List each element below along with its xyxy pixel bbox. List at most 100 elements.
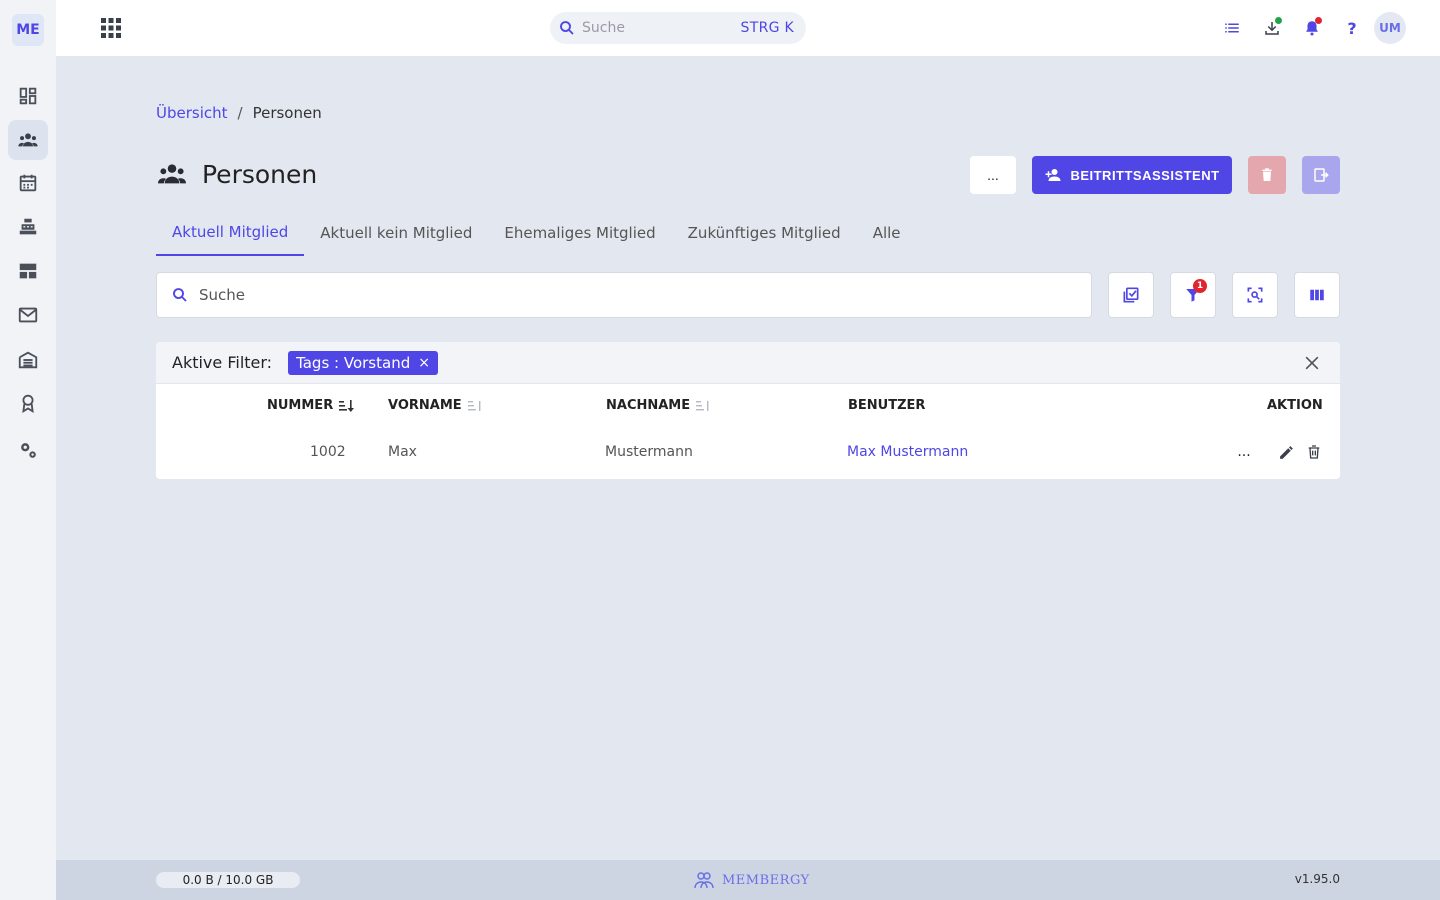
membergy-logo-icon	[694, 872, 714, 889]
cell-vorname: Max	[388, 444, 417, 460]
clear-filters-close-icon[interactable]	[1302, 353, 1322, 373]
topbar: STRG K ? UM	[56, 0, 1440, 56]
column-header-label: BENUTZER	[848, 398, 926, 413]
sidebar: ME	[0, 0, 56, 900]
cash-register-icon	[19, 218, 37, 235]
people-icon	[18, 133, 38, 147]
checklist-icon	[1123, 287, 1139, 303]
column-header-aktion: AKTION	[1267, 398, 1323, 413]
sidebar-item-calendar[interactable]	[8, 163, 48, 203]
sidebar-item-people[interactable]	[8, 120, 48, 160]
trash-icon	[1262, 168, 1272, 181]
brand-logo: MEMBERGY	[692, 870, 810, 890]
help-button[interactable]: ?	[1341, 17, 1363, 39]
columns-button[interactable]	[1294, 272, 1340, 318]
settings-icon	[21, 443, 36, 458]
badge-icon	[22, 394, 34, 414]
sidebar-item-settings[interactable]	[8, 430, 48, 470]
add-person-icon	[1045, 169, 1061, 181]
people-icon	[158, 164, 186, 184]
warehouse-icon	[18, 351, 38, 369]
active-filter-label: Aktive Filter:	[172, 353, 273, 372]
page-title: Personen	[202, 159, 318, 189]
tab-former-member[interactable]: Ehemaliges Mitglied	[488, 210, 671, 256]
cell-benutzer-link[interactable]: Max Mustermann	[847, 444, 968, 460]
sidebar-item-badge[interactable]	[8, 383, 48, 423]
global-search-input[interactable]	[582, 20, 741, 36]
column-header-label: NUMMER	[267, 398, 334, 413]
apps-grid-icon[interactable]	[100, 17, 122, 39]
row-more-button[interactable]: ...	[1234, 442, 1254, 462]
storage-usage: 0.0 B / 10.0 GB	[156, 872, 300, 888]
bulk-select-button[interactable]	[1108, 272, 1154, 318]
sort-icon	[467, 400, 481, 411]
sidebar-item-mail[interactable]	[8, 295, 48, 335]
remove-filter-icon[interactable]: ×	[418, 355, 430, 371]
help-icon: ?	[1347, 18, 1357, 38]
column-header-benutzer[interactable]: BENUTZER	[848, 398, 925, 413]
calendar-icon	[19, 174, 37, 192]
user-avatar[interactable]: UM	[1374, 12, 1406, 44]
table-icon	[19, 263, 37, 279]
export-button[interactable]	[1302, 156, 1340, 194]
screen-search-icon	[1247, 287, 1263, 303]
sidebar-item-cash-register[interactable]	[8, 207, 48, 247]
row-delete-button[interactable]	[1304, 442, 1324, 462]
tab-currently-not-member[interactable]: Aktuell kein Mitglied	[304, 210, 488, 256]
pencil-icon	[1279, 445, 1293, 459]
sort-ascending-icon	[339, 399, 355, 412]
downloads-button[interactable]	[1261, 17, 1283, 39]
filter-button[interactable]: 1	[1170, 272, 1216, 318]
status-dot	[1275, 17, 1282, 24]
search-icon	[173, 288, 187, 302]
breadcrumb-home-link[interactable]: Übersicht	[156, 104, 228, 122]
person-table-card: Aktive Filter: Tags : Vorstand × NUMMER …	[156, 342, 1340, 479]
active-filter-bar: Aktive Filter: Tags : Vorstand ×	[156, 342, 1340, 384]
member-status-tabs: Aktuell Mitglied Aktuell kein Mitglied E…	[156, 210, 917, 256]
tab-all[interactable]: Alle	[857, 210, 917, 256]
breadcrumb-separator: /	[237, 104, 243, 122]
mail-icon	[18, 307, 38, 323]
notification-dot	[1315, 17, 1322, 24]
column-header-nummer[interactable]: NUMMER	[267, 398, 355, 413]
export-icon	[1314, 168, 1329, 182]
search-icon	[560, 21, 574, 35]
column-header-label: AKTION	[1267, 398, 1323, 413]
breadcrumb-current: Personen	[252, 104, 322, 122]
sidebar-item-warehouse[interactable]	[8, 340, 48, 380]
sidebar-item-table[interactable]	[8, 251, 48, 291]
search-shortcut: STRG K	[740, 20, 794, 36]
filter-count-badge: 1	[1193, 279, 1207, 293]
row-edit-button[interactable]	[1276, 442, 1296, 462]
column-header-vorname[interactable]: VORNAME	[388, 398, 484, 413]
person-search[interactable]	[156, 272, 1092, 318]
global-search[interactable]: STRG K	[550, 12, 806, 44]
delete-button[interactable]	[1248, 156, 1286, 194]
breadcrumb: Übersicht / Personen	[156, 104, 322, 122]
notifications-button[interactable]	[1301, 17, 1323, 39]
tab-current-member[interactable]: Aktuell Mitglied	[156, 210, 305, 256]
membership-wizard-label: BEITRITTSASSISTENT	[1070, 167, 1220, 183]
focus-view-button[interactable]	[1232, 272, 1278, 318]
tab-future-member[interactable]: Zukünftiges Mitglied	[672, 210, 857, 256]
membership-wizard-button[interactable]: BEITRITTSASSISTENT	[1032, 156, 1232, 194]
cell-nummer: 1002	[310, 444, 346, 460]
column-header-label: VORNAME	[388, 398, 462, 413]
column-header-nachname[interactable]: NACHNAME	[606, 398, 712, 413]
more-actions-button[interactable]: ...	[970, 156, 1016, 194]
app-logo[interactable]: ME	[12, 14, 44, 46]
trash-icon	[1308, 445, 1320, 459]
brand-name: MEMBERGY	[722, 872, 810, 888]
filter-chip[interactable]: Tags : Vorstand ×	[288, 350, 438, 375]
columns-icon	[1310, 289, 1324, 301]
cell-nachname: Mustermann	[605, 444, 693, 460]
column-header-label: NACHNAME	[606, 398, 691, 413]
dashboard-icon	[19, 87, 37, 105]
person-search-input[interactable]	[199, 286, 1077, 304]
list-icon	[1225, 23, 1239, 33]
page-header: Personen	[156, 158, 317, 190]
sidebar-item-dashboard[interactable]	[8, 76, 48, 116]
sort-icon	[696, 400, 709, 411]
footer: 0.0 B / 10.0 GB MEMBERGY v1.95.0	[56, 860, 1440, 900]
task-list-button[interactable]	[1221, 17, 1243, 39]
